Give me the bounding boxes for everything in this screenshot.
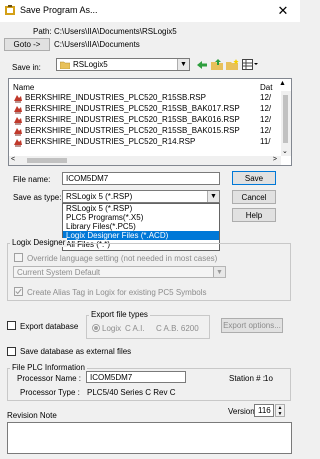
scroll-right-icon[interactable]: >	[273, 156, 277, 163]
version-input[interactable]: 116	[254, 404, 274, 417]
save-button[interactable]: Save	[232, 171, 276, 185]
cancel-button[interactable]: Cancel	[232, 190, 276, 204]
file-date: 11/	[260, 137, 271, 146]
revision-note-label: Revision Note	[7, 411, 57, 420]
language-select[interactable]: Current System Default ▼	[13, 266, 226, 278]
file-row[interactable]: BERKSHIRE_INDUSTRIES_PLC520_R15SB_BAK017…	[13, 103, 279, 114]
path-value: C:\Users\IIA\Documents\RSLogix5	[54, 27, 177, 36]
station-label: Station # :	[229, 374, 266, 383]
goto-path-value: C:\Users\IIA\Documents	[54, 40, 140, 49]
checkmark-icon	[15, 288, 22, 295]
chevron-down-icon[interactable]: ⌄	[282, 147, 288, 155]
processor-name-label: Processor Name :	[17, 374, 82, 383]
horizontal-scrollbar[interactable]: < >	[9, 156, 281, 165]
create-alias-label: Create Alias Tag in Logix for existing P…	[27, 288, 207, 297]
export-file-types-title: Export file types	[89, 310, 150, 319]
file-date: 12/	[260, 115, 272, 124]
radio-ai-label[interactable]: C A.I.	[125, 324, 145, 333]
file-name: BERKSHIRE_INDUSTRIES_PLC520_R15SB.RSP	[25, 93, 206, 102]
vertical-scrollbar[interactable]: ⌄	[281, 91, 291, 156]
export-options-button[interactable]: Export options...	[221, 318, 283, 333]
save-in-value: RSLogix5	[73, 60, 108, 69]
back-icon[interactable]	[196, 60, 208, 70]
chevron-down-icon[interactable]: ▼	[207, 191, 219, 202]
create-alias-checkbox[interactable]	[14, 287, 23, 296]
revision-note-textarea[interactable]	[7, 422, 292, 454]
export-database-label: Export database	[20, 322, 79, 331]
folder-icon	[60, 61, 70, 69]
chevron-up-icon[interactable]: ▲	[279, 80, 286, 87]
app-icon	[5, 5, 15, 15]
file-name: BERKSHIRE_INDUSTRIES_PLC520_R15SB_BAK017…	[25, 104, 240, 113]
close-icon[interactable]: ✕	[270, 1, 296, 21]
export-database-checkbox[interactable]	[7, 321, 16, 330]
override-language-label: Override language setting (not needed in…	[27, 254, 218, 263]
file-name-input[interactable]: ICOM5DM7	[62, 172, 220, 185]
processor-type-value: PLC5/40 Series C Rev C	[87, 388, 176, 397]
radio-ab-label[interactable]: C A.B. 6200	[156, 324, 199, 333]
save-as-type-value: RSLogix 5 (*.RSP)	[66, 192, 133, 201]
file-date: 12/	[260, 104, 272, 113]
save-external-checkbox[interactable]	[7, 347, 16, 356]
up-folder-icon[interactable]	[211, 59, 223, 70]
radio-logix[interactable]	[92, 324, 100, 332]
rslogix-file-icon	[14, 127, 22, 135]
save-external-label: Save database as external files	[20, 347, 132, 356]
spin-down-icon[interactable]: ▼	[276, 411, 284, 417]
scrollbar-thumb[interactable]	[27, 158, 67, 163]
radio-logix-label: Logix	[102, 324, 122, 333]
help-button[interactable]: Help	[232, 208, 276, 222]
dropdown-option-selected[interactable]: Logix Designer Files (*.ACD)	[63, 231, 219, 240]
scroll-left-icon[interactable]: <	[11, 156, 15, 163]
plc-info-title: File PLC Information	[10, 363, 87, 372]
processor-name-input[interactable]: ICOM5DM7	[86, 371, 186, 383]
station-value: 1o	[264, 374, 273, 383]
chevron-down-icon[interactable]: ▼	[213, 267, 225, 277]
file-name-label: File name:	[13, 175, 51, 184]
window-title: Save Program As...	[20, 5, 98, 15]
chevron-down-icon[interactable]: ▼	[177, 59, 189, 70]
logix-designer-group-title: Logix Designer	[10, 238, 68, 247]
version-spinner[interactable]: ▲ ▼	[275, 404, 285, 417]
new-folder-icon[interactable]	[226, 59, 239, 70]
language-value: Current System Default	[17, 268, 101, 277]
path-label: Path:	[33, 27, 52, 36]
file-name: BERKSHIRE_INDUSTRIES_PLC520_R15SB_BAK016…	[25, 115, 240, 124]
save-in-combo[interactable]: RSLogix5 ▼	[56, 58, 190, 71]
view-menu-icon[interactable]	[242, 59, 258, 70]
processor-type-label: Processor Type :	[20, 388, 80, 397]
file-name: BERKSHIRE_INDUSTRIES_PLC520_R14.RSP	[25, 137, 196, 146]
file-name: BERKSHIRE_INDUSTRIES_PLC520_R15SB_BAK015…	[25, 126, 240, 135]
dropdown-option[interactable]: PLC5 Programs(*.X5)	[63, 213, 219, 222]
file-row[interactable]: BERKSHIRE_INDUSTRIES_PLC520_R15SB.RSP	[13, 92, 279, 103]
save-as-type-label: Save as type:	[13, 193, 62, 202]
save-as-type-select[interactable]: RSLogix 5 (*.RSP) ▼	[62, 190, 220, 203]
file-row[interactable]: BERKSHIRE_INDUSTRIES_PLC520_R14.RSP	[13, 136, 279, 147]
goto-button[interactable]: Goto ->	[4, 38, 50, 51]
override-language-checkbox[interactable]	[14, 253, 23, 262]
version-label: Version:	[228, 407, 257, 416]
rslogix-file-icon	[14, 116, 22, 124]
rslogix-file-icon	[14, 105, 22, 113]
file-row[interactable]: BERKSHIRE_INDUSTRIES_PLC520_R15SB_BAK015…	[13, 125, 279, 136]
file-date: 12/	[260, 126, 272, 135]
file-row[interactable]: BERKSHIRE_INDUSTRIES_PLC520_R15SB_BAK016…	[13, 114, 279, 125]
dropdown-option[interactable]: RSLogix 5 (*.RSP)	[63, 204, 219, 213]
rslogix-file-icon	[14, 94, 22, 102]
save-in-label: Save in:	[12, 63, 41, 72]
dropdown-option[interactable]: Library Files(*.PC5)	[63, 222, 219, 231]
file-date: 12/	[260, 93, 272, 102]
vertical-scrollbar-thumb[interactable]	[283, 95, 288, 143]
rslogix-file-icon	[14, 138, 22, 146]
